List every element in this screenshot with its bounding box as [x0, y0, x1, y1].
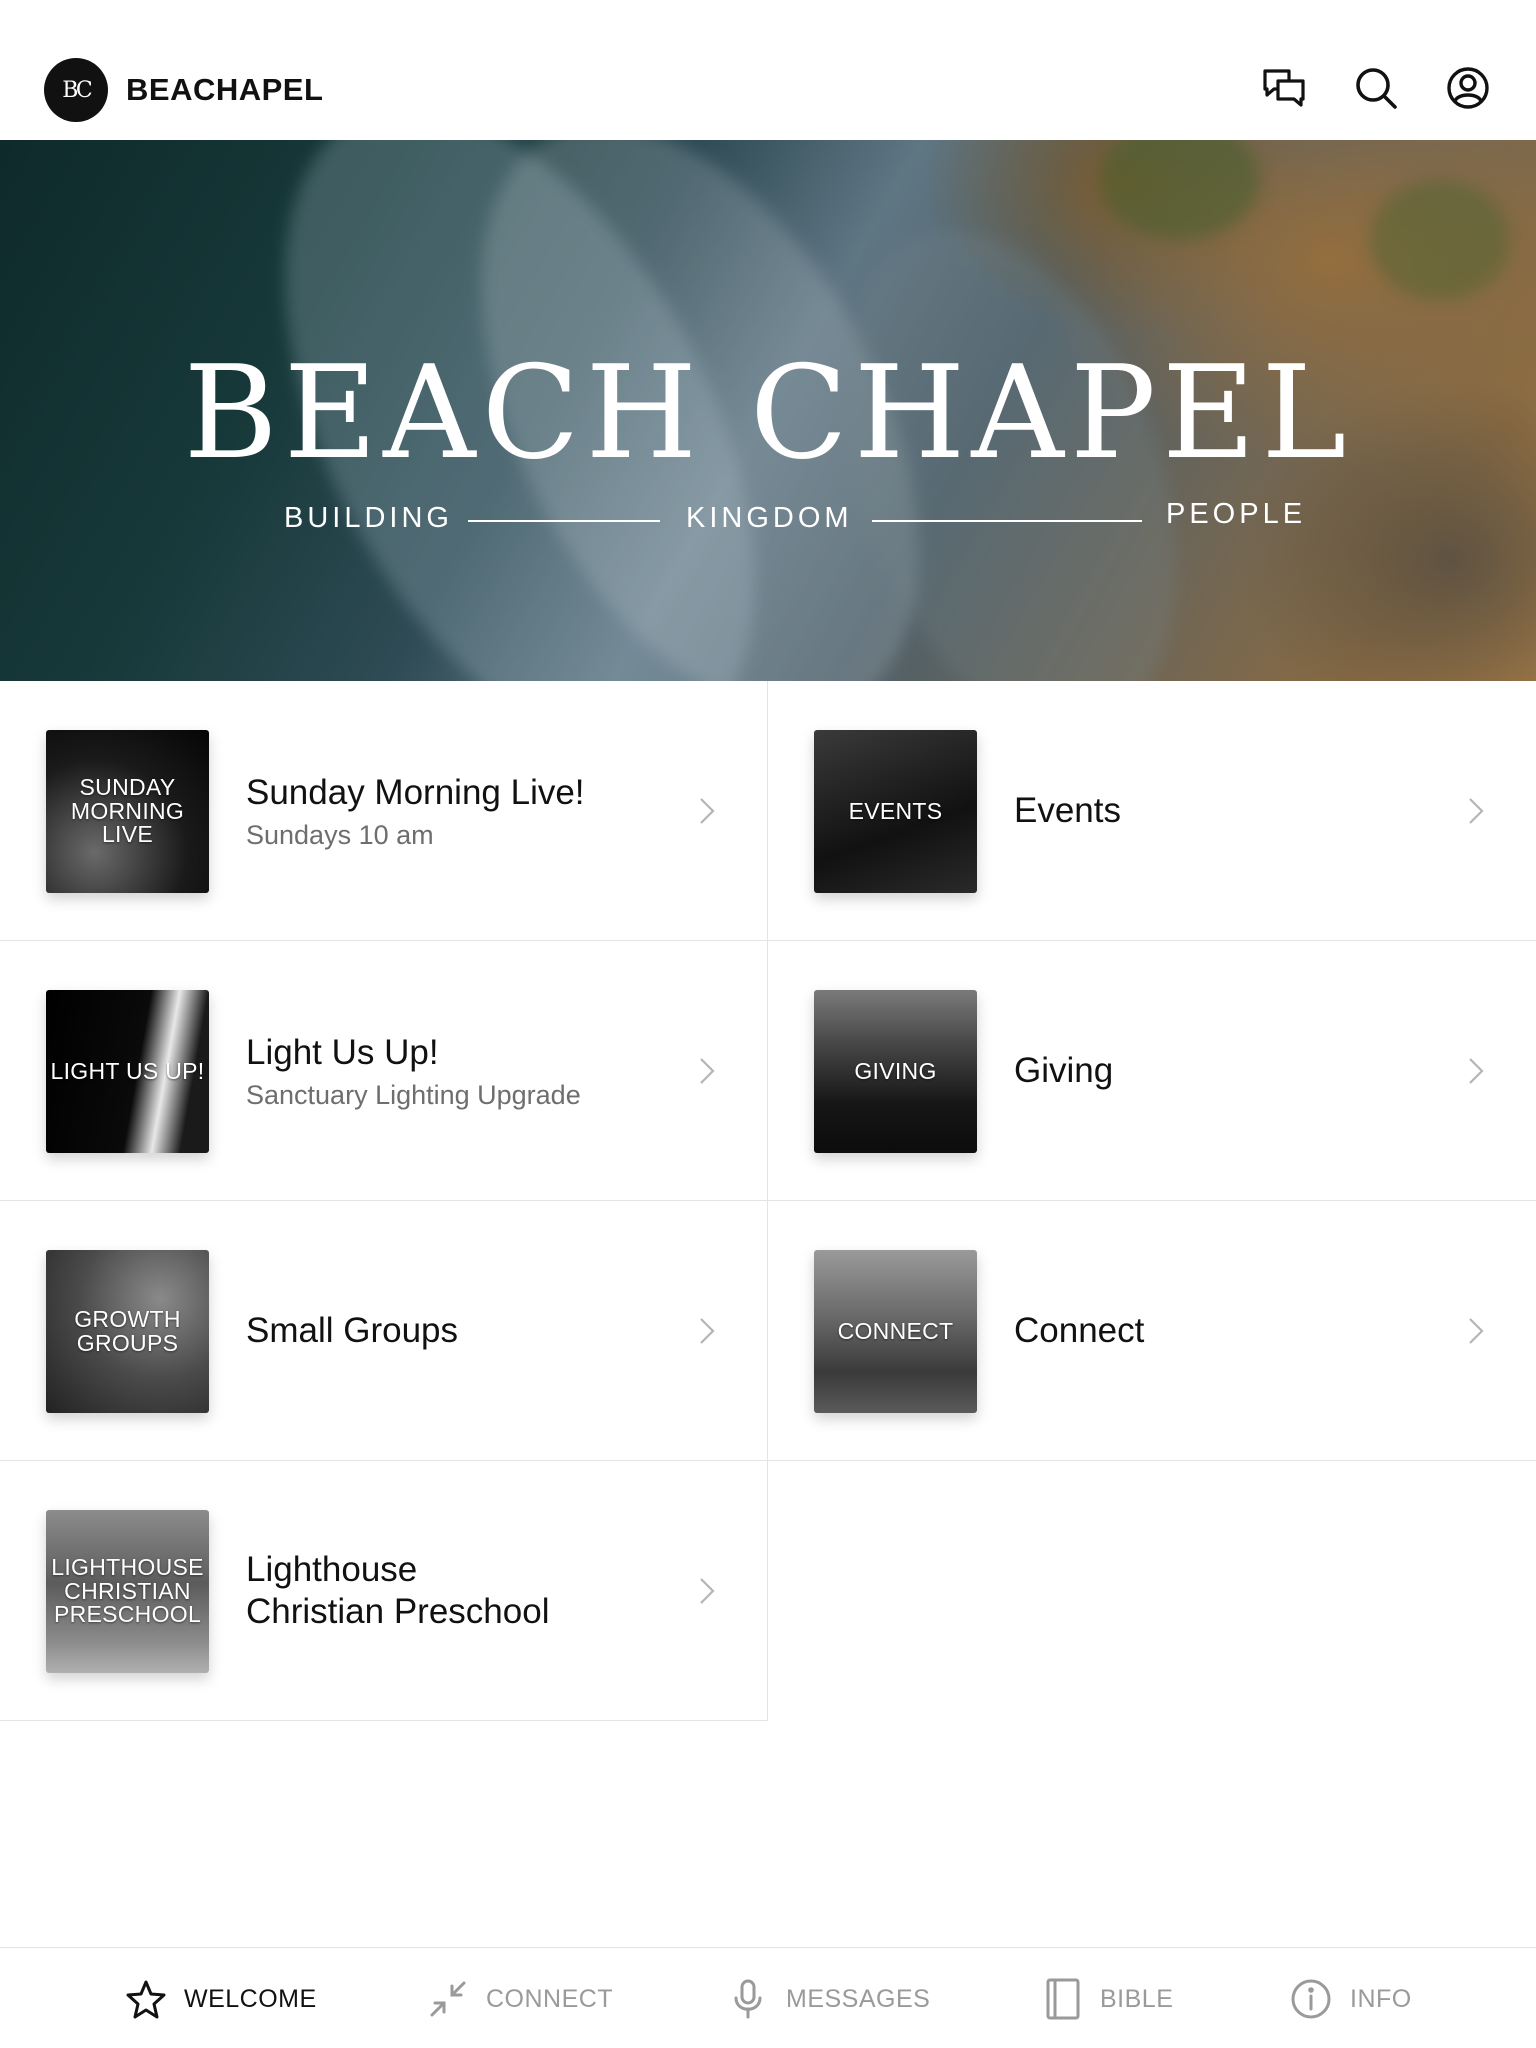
- star-icon: [126, 1980, 166, 2019]
- chevron-right-icon: [700, 1318, 715, 1344]
- tab-connect[interactable]: CONNECT: [428, 1976, 613, 2022]
- tab-label: BIBLE: [1100, 1984, 1174, 2013]
- chevron-right-icon: [1469, 1058, 1484, 1084]
- app-name: BEACHAPEL: [126, 72, 324, 107]
- card-title: Sunday Morning Live!: [246, 772, 585, 812]
- card-subtitle: Sundays 10 am: [246, 819, 434, 850]
- hero-tagline: BUILDING KINGDOM PEOPLE: [284, 498, 1302, 542]
- tab-welcome[interactable]: WELCOME: [126, 1976, 317, 2022]
- tab-label: WELCOME: [184, 1984, 317, 2013]
- logo: BC: [44, 58, 108, 122]
- tab-label: MESSAGES: [786, 1984, 931, 2013]
- chevron-right-icon: [700, 1058, 715, 1084]
- card-sunday-morning-live[interactable]: SUNDAY MORNING LIVE Sunday Morning Live!…: [0, 681, 768, 941]
- thumbnail-label: GROWTH GROUPS: [74, 1306, 181, 1356]
- bottom-tab-bar: WELCOME CONNECT MESSAGES BIBLE INFO: [0, 1947, 1536, 2048]
- tab-label: INFO: [1350, 1984, 1412, 2013]
- thumbnail-label: LIGHT US UP!: [50, 1057, 205, 1084]
- search-icon[interactable]: [1352, 64, 1400, 112]
- chevron-right-icon: [1469, 798, 1484, 824]
- card-connect[interactable]: CONNECT Connect: [768, 1201, 1536, 1461]
- hero-banner: BEACH CHAPEL BUILDING KINGDOM PEOPLE: [0, 140, 1536, 681]
- tagline-word: BUILDING: [284, 502, 453, 534]
- card-light-us-up[interactable]: LIGHT US UP! Light Us Up! Sanctuary Ligh…: [0, 941, 768, 1201]
- tab-messages[interactable]: MESSAGES: [728, 1976, 930, 2022]
- tagline-word: PEOPLE: [1166, 498, 1307, 530]
- tagline-word: KINGDOM: [686, 502, 853, 534]
- chevron-right-icon: [700, 798, 715, 824]
- card-thumbnail: GIVING: [814, 990, 977, 1153]
- card-title: Giving: [1014, 1051, 1114, 1090]
- thumbnail-label: EVENTS: [848, 797, 943, 824]
- tab-info[interactable]: INFO: [1290, 1976, 1412, 2022]
- card-title: Connect: [1014, 1311, 1145, 1350]
- profile-icon[interactable]: [1444, 64, 1492, 112]
- card-thumbnail: LIGHT US UP!: [46, 990, 209, 1153]
- logo-monogram: BC: [62, 77, 92, 103]
- card-thumbnail: SUNDAY MORNING LIVE: [46, 730, 209, 893]
- header-actions: [1260, 64, 1492, 112]
- microphone-icon: [734, 1979, 762, 2019]
- card-thumbnail: LIGHTHOUSE CHRISTIAN PRESCHOOL: [46, 1510, 209, 1673]
- card-title: Lighthouse Christian Preschool: [246, 1550, 550, 1631]
- card-giving[interactable]: GIVING Giving: [768, 941, 1536, 1201]
- thumbnail-label: LIGHTHOUSE CHRISTIAN PRESCHOOL: [51, 1554, 204, 1628]
- thumbnail-label: SUNDAY MORNING LIVE: [70, 774, 185, 848]
- chevron-right-icon: [700, 1578, 715, 1604]
- arrows-in-icon: [430, 1981, 466, 2017]
- book-icon: [1046, 1978, 1080, 2020]
- app-header: BC BEACHAPEL: [0, 0, 1536, 140]
- hero-title: BEACH CHAPEL: [183, 339, 1353, 488]
- card-small-groups[interactable]: GROWTH GROUPS Small Groups: [0, 1201, 768, 1461]
- chevron-right-icon: [1469, 1318, 1484, 1344]
- tagline-divider: [468, 520, 660, 522]
- thumbnail-label: CONNECT: [837, 1317, 954, 1344]
- card-thumbnail: CONNECT: [814, 1250, 977, 1413]
- card-title: Small Groups: [246, 1311, 459, 1350]
- card-thumbnail: GROWTH GROUPS: [46, 1250, 209, 1413]
- tagline-divider: [872, 520, 1142, 522]
- info-icon: [1291, 1979, 1331, 2019]
- card-title: Events: [1014, 791, 1121, 830]
- chat-icon[interactable]: [1260, 64, 1308, 112]
- tab-bible[interactable]: BIBLE: [1042, 1976, 1173, 2022]
- tab-label: CONNECT: [486, 1984, 614, 2013]
- card-title: Light Us Up!: [246, 1032, 439, 1072]
- card-events[interactable]: EVENTS Events: [768, 681, 1536, 941]
- card-thumbnail: EVENTS: [814, 730, 977, 893]
- card-lighthouse-preschool[interactable]: LIGHTHOUSE CHRISTIAN PRESCHOOL Lighthous…: [0, 1461, 768, 1721]
- card-subtitle: Sanctuary Lighting Upgrade: [246, 1079, 581, 1110]
- brand[interactable]: BC BEACHAPEL: [44, 58, 323, 122]
- thumbnail-label: GIVING: [854, 1057, 937, 1084]
